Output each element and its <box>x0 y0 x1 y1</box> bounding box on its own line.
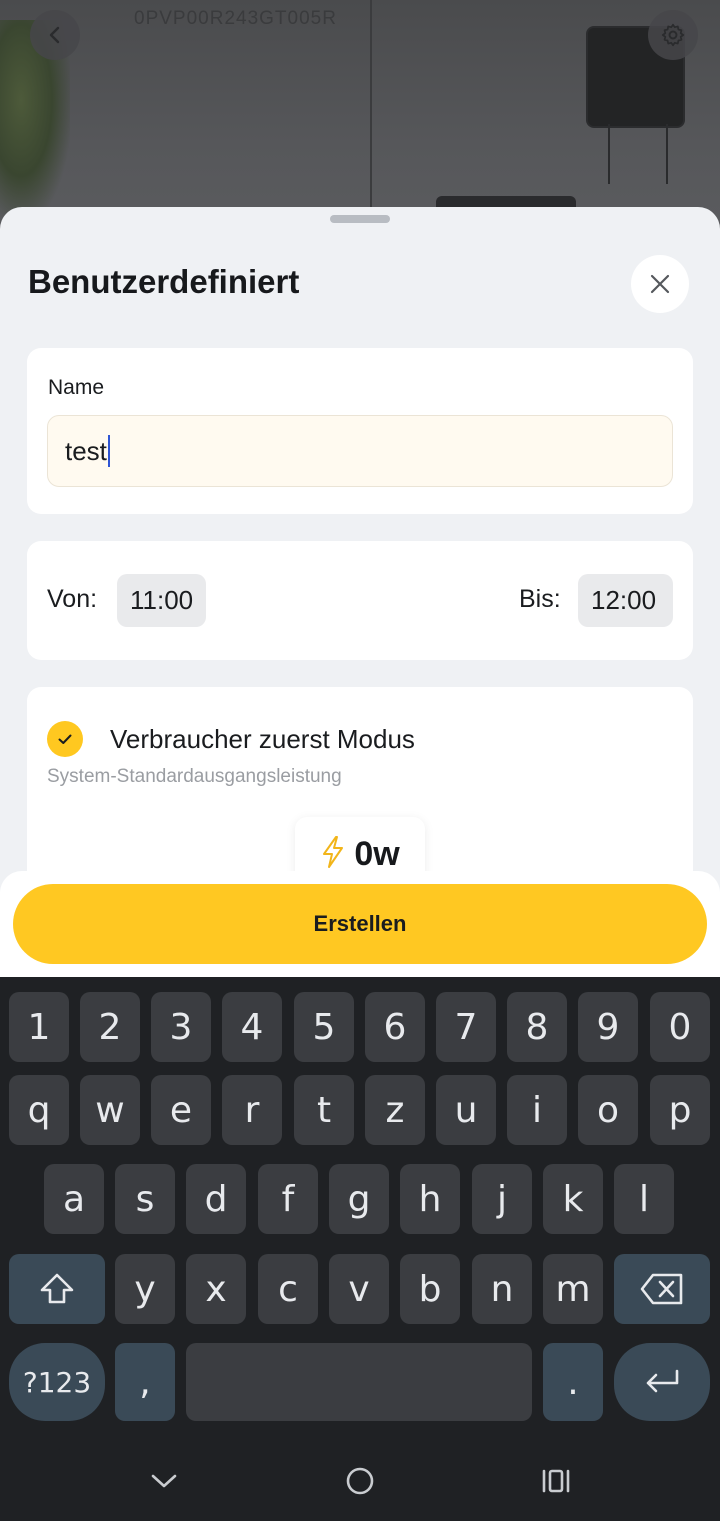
key-a[interactable]: a <box>44 1164 104 1234</box>
from-label: Von: <box>47 585 98 613</box>
key-m[interactable]: m <box>543 1254 603 1324</box>
key-6[interactable]: 6 <box>365 992 425 1062</box>
name-input-value: test <box>65 435 107 466</box>
key-y[interactable]: y <box>115 1254 175 1324</box>
key-z[interactable]: z <box>365 1075 425 1145</box>
symbols-key[interactable]: ?123 <box>9 1343 105 1421</box>
backspace-icon <box>640 1273 683 1305</box>
device-photo <box>0 0 720 240</box>
key-1[interactable]: 1 <box>9 992 69 1062</box>
time-card: Von: 11:00 Bis: 12:00 <box>27 541 693 660</box>
close-button[interactable] <box>631 255 689 313</box>
key-9[interactable]: 9 <box>578 992 638 1062</box>
shift-key[interactable] <box>9 1254 105 1324</box>
mode-checkbox[interactable] <box>47 721 83 757</box>
mode-title[interactable]: Verbraucher zuerst Modus <box>110 724 415 755</box>
key-e[interactable]: e <box>151 1075 211 1145</box>
key-4[interactable]: 4 <box>222 992 282 1062</box>
key-5[interactable]: 5 <box>294 992 354 1062</box>
key-q[interactable]: q <box>9 1075 69 1145</box>
shift-icon <box>40 1273 74 1304</box>
chevron-left-icon <box>49 26 60 44</box>
close-icon <box>650 274 670 294</box>
key-j[interactable]: j <box>472 1164 532 1234</box>
period-key[interactable]: . <box>543 1343 603 1421</box>
key-p[interactable]: p <box>650 1075 710 1145</box>
key-n[interactable]: n <box>472 1254 532 1324</box>
key-o[interactable]: o <box>578 1075 638 1145</box>
key-7[interactable]: 7 <box>436 992 496 1062</box>
key-u[interactable]: u <box>436 1075 496 1145</box>
create-button[interactable]: Erstellen <box>13 884 707 964</box>
recents-icon <box>542 1469 570 1493</box>
key-h[interactable]: h <box>400 1164 460 1234</box>
sheet-handle[interactable] <box>330 215 390 223</box>
space-key[interactable] <box>186 1343 532 1421</box>
key-s[interactable]: s <box>115 1164 175 1234</box>
key-d[interactable]: d <box>186 1164 246 1234</box>
bottom-sheet: Benutzerdefiniert Name test Von: 11:00 B… <box>0 207 720 987</box>
nav-home-button[interactable] <box>335 1456 385 1506</box>
key-l[interactable]: l <box>614 1164 674 1234</box>
key-g[interactable]: g <box>329 1164 389 1234</box>
home-circle-icon <box>346 1467 374 1495</box>
key-8[interactable]: 8 <box>507 992 567 1062</box>
serial-number: 0PVP00R243GT005R <box>134 8 337 29</box>
text-cursor <box>107 435 110 467</box>
settings-button[interactable] <box>648 10 698 60</box>
nav-recents-button[interactable] <box>531 1456 581 1506</box>
chevron-down-icon <box>151 1474 177 1488</box>
backspace-key[interactable] <box>614 1254 710 1324</box>
key-2[interactable]: 2 <box>80 992 140 1062</box>
lightning-icon <box>323 836 344 868</box>
key-b[interactable]: b <box>400 1254 460 1324</box>
name-label: Name <box>48 376 105 399</box>
to-time-button[interactable]: 12:00 <box>578 574 673 627</box>
key-i[interactable]: i <box>507 1075 567 1145</box>
key-w[interactable]: w <box>80 1075 140 1145</box>
system-navigation-bar <box>0 1436 720 1521</box>
enter-icon <box>646 1369 679 1393</box>
key-r[interactable]: r <box>222 1075 282 1145</box>
gear-icon <box>661 23 685 47</box>
mode-subtitle: System-Standardausgangsleistung <box>47 766 342 787</box>
name-card: Name test <box>27 348 693 514</box>
key-c[interactable]: c <box>258 1254 318 1324</box>
enter-key[interactable] <box>614 1343 710 1421</box>
cable-line <box>370 0 372 210</box>
comma-key[interactable]: , <box>115 1343 175 1421</box>
back-button[interactable] <box>30 10 80 60</box>
to-label: Bis: <box>519 585 561 613</box>
key-3[interactable]: 3 <box>151 992 211 1062</box>
checkmark-icon <box>58 734 72 744</box>
key-k[interactable]: k <box>543 1164 603 1234</box>
create-button-area: Erstellen <box>0 871 720 977</box>
key-0[interactable]: 0 <box>650 992 710 1062</box>
sheet-title: Benutzerdefiniert <box>28 263 300 300</box>
key-t[interactable]: t <box>294 1075 354 1145</box>
key-f[interactable]: f <box>258 1164 318 1234</box>
name-input[interactable]: test <box>47 415 673 487</box>
from-time-button[interactable]: 11:00 <box>117 574 206 627</box>
key-v[interactable]: v <box>329 1254 389 1324</box>
nav-hide-keyboard-button[interactable] <box>139 1456 189 1506</box>
power-value: 0w <box>354 835 400 873</box>
key-x[interactable]: x <box>186 1254 246 1324</box>
